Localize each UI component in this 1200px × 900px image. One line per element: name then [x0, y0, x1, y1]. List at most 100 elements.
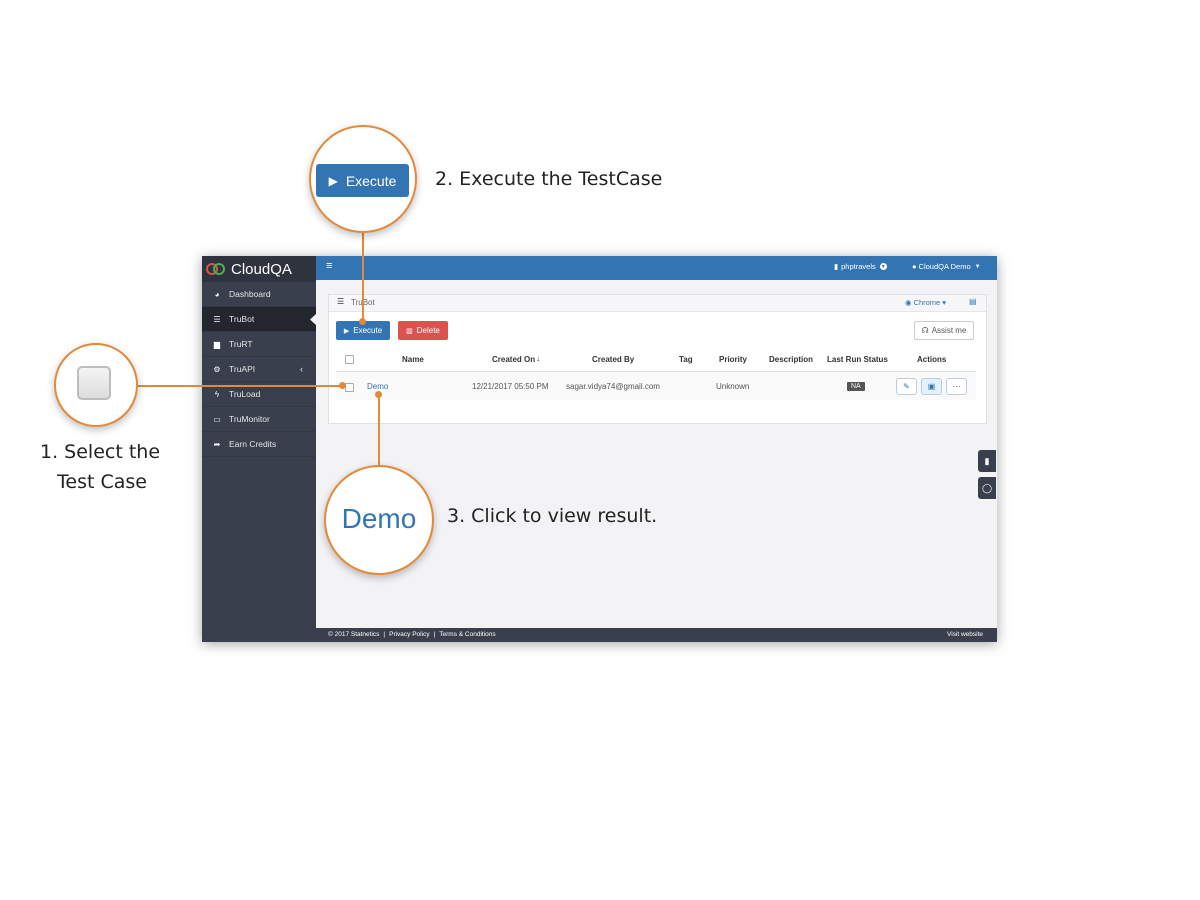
share-icon: ➦ — [213, 439, 221, 449]
footer-copyright: © 2017 Statnetics — [328, 631, 380, 638]
trash-icon: ▥ — [406, 327, 413, 335]
chevron-left-icon: ‹ — [300, 364, 303, 374]
privacy-policy-link[interactable]: Privacy Policy — [389, 631, 429, 638]
callout-line-demo — [378, 395, 380, 465]
step1-text-line2: Test Case — [57, 471, 147, 493]
list-icon: ☰ — [337, 297, 345, 306]
sidebar-item-label: TruRT — [229, 339, 253, 349]
column-header-last-run-status[interactable]: Last Run Status — [827, 355, 888, 364]
callout-dot-checkbox — [339, 382, 346, 389]
terms-link[interactable]: Terms & Conditions — [439, 631, 495, 638]
testcase-link-demo[interactable]: Demo — [367, 382, 388, 391]
sidebar-item-truapi[interactable]: ⚙ TruAPI ‹ — [202, 357, 316, 382]
sidebar-item-dashboard[interactable]: ◕ Dashboard — [202, 282, 316, 307]
play-icon: ▶ — [343, 327, 350, 335]
more-button[interactable]: ··· — [946, 378, 967, 395]
assist-label: Assist me — [931, 326, 967, 335]
chevron-down-icon: ▾ — [879, 263, 887, 270]
edit-icon: ✎ — [903, 382, 910, 391]
column-header-created-by[interactable]: Created By — [592, 355, 634, 364]
hamburger-icon[interactable]: ≡ — [326, 260, 332, 272]
checkbox-zoom[interactable] — [77, 366, 111, 400]
visit-website-link[interactable]: Visit website — [947, 631, 983, 638]
cell-created-by: sagar.vidya74@gmail.com — [566, 382, 660, 391]
column-header-description[interactable]: Description — [769, 355, 813, 364]
callout-dot-execute — [359, 318, 366, 325]
sidebar-item-trumonitor[interactable]: ▭ TruMonitor — [202, 407, 316, 432]
app-window: CloudQA ◕ Dashboard ☰ TruBot ▆ TruRT ⚙ T… — [202, 256, 997, 642]
checkbox-magnifier — [54, 343, 138, 427]
footer: © 2017 Statnetics | Privacy Policy | Ter… — [316, 628, 997, 642]
caret-down-icon: ▼ — [974, 263, 981, 270]
user-menu[interactable]: ● CloudQA Demo ▼ — [912, 262, 981, 271]
delete-button[interactable]: ▥ Delete — [398, 321, 448, 340]
sidebar-item-label: TruAPI — [229, 364, 256, 374]
browser-selector[interactable]: ◉ Chrome ▾ — [905, 298, 946, 307]
monitor-icon: ▭ — [213, 414, 221, 424]
list-icon: ☰ — [213, 314, 221, 324]
save-copy-button[interactable]: ▣ — [921, 378, 942, 395]
bookmark-icon: ▮ — [834, 262, 839, 271]
column-header-actions: Actions — [917, 355, 947, 364]
column-header-name[interactable]: Name — [402, 355, 424, 364]
sort-down-icon: ↓ — [536, 354, 540, 363]
logo[interactable]: CloudQA — [202, 256, 316, 282]
play-icon: ▶ — [328, 173, 338, 188]
row-checkbox[interactable] — [345, 383, 354, 392]
column-header-tag[interactable]: Tag — [679, 355, 693, 364]
select-all-checkbox[interactable] — [345, 355, 354, 364]
demo-magnifier: Demo — [324, 465, 434, 575]
cell-priority: Unknown — [716, 382, 750, 391]
edit-button[interactable]: ✎ — [896, 378, 917, 395]
top-bar: ≡ ▮ phptravels ▾ ● CloudQA Demo ▼ — [316, 256, 997, 280]
trubot-panel: ☰ TruBot ◉ Chrome ▾ ▤ — [328, 294, 987, 424]
execute-magnifier: ▶ Execute — [309, 125, 417, 233]
cloudqa-logo-icon — [206, 263, 225, 275]
chevron-down-icon: ▾ — [942, 298, 946, 307]
callout-line-checkbox — [137, 385, 343, 387]
briefcase-icon: ▆ — [213, 339, 221, 349]
more-icon: ··· — [952, 382, 961, 391]
active-pointer-icon — [310, 314, 316, 325]
step2-text: 2. Execute the TestCase — [435, 168, 663, 190]
sidebar: CloudQA ◕ Dashboard ☰ TruBot ▆ TruRT ⚙ T… — [202, 256, 316, 642]
cell-created-on: 12/21/2017 05:50 PM — [472, 382, 549, 391]
chrome-icon: ◉ — [905, 298, 912, 307]
callout-dot-demo — [375, 391, 382, 398]
columns-icon[interactable]: ▤ — [969, 297, 977, 306]
demo-zoom-link[interactable]: Demo — [326, 503, 432, 535]
execute-zoom-label: Execute — [345, 172, 397, 189]
sidebar-item-label: TruMonitor — [229, 414, 270, 424]
dashboard-icon: ◕ — [214, 289, 220, 299]
sidebar-item-trurt[interactable]: ▆ TruRT — [202, 332, 316, 357]
sidebar-item-label: TruBot — [229, 314, 255, 324]
execute-label: Execute — [353, 326, 383, 335]
project-selector[interactable]: ▮ phptravels ▾ — [834, 262, 887, 271]
execute-button-zoom[interactable]: ▶ Execute — [316, 164, 409, 197]
status-badge: NA — [847, 382, 865, 391]
delete-label: Delete — [416, 326, 440, 335]
headset-icon: ☊ — [921, 326, 929, 335]
column-header-created-on[interactable]: Created On — [492, 355, 535, 364]
step1-text-line1: 1. Select the — [40, 441, 161, 463]
sidebar-item-trubot[interactable]: ☰ TruBot — [202, 307, 316, 332]
book-icon: ▮ — [984, 455, 990, 466]
user-icon: ● — [912, 262, 917, 271]
panel-header: ☰ TruBot ◉ Chrome ▾ ▤ — [329, 295, 986, 312]
sidebar-item-earn-credits[interactable]: ➦ Earn Credits — [202, 432, 316, 457]
sidebar-item-label: TruLoad — [229, 389, 261, 399]
user-name: CloudQA Demo — [918, 262, 971, 271]
column-header-priority[interactable]: Priority — [719, 355, 747, 364]
gears-icon: ⚙ — [213, 364, 221, 374]
project-name: phptravels — [841, 262, 876, 271]
chat-button[interactable]: ◯ — [978, 477, 996, 499]
chat-icon: ◯ — [981, 482, 993, 493]
footer-separator: | — [433, 631, 436, 638]
sidebar-item-label: Earn Credits — [229, 439, 277, 449]
assist-me-button[interactable]: ☊ Assist me — [914, 321, 974, 340]
browser-name: Chrome — [913, 298, 941, 307]
logo-text: CloudQA — [231, 260, 292, 278]
docs-button[interactable]: ▮ — [978, 450, 996, 472]
document-icon: ▣ — [927, 382, 936, 391]
step3-text: 3. Click to view result. — [447, 505, 658, 527]
